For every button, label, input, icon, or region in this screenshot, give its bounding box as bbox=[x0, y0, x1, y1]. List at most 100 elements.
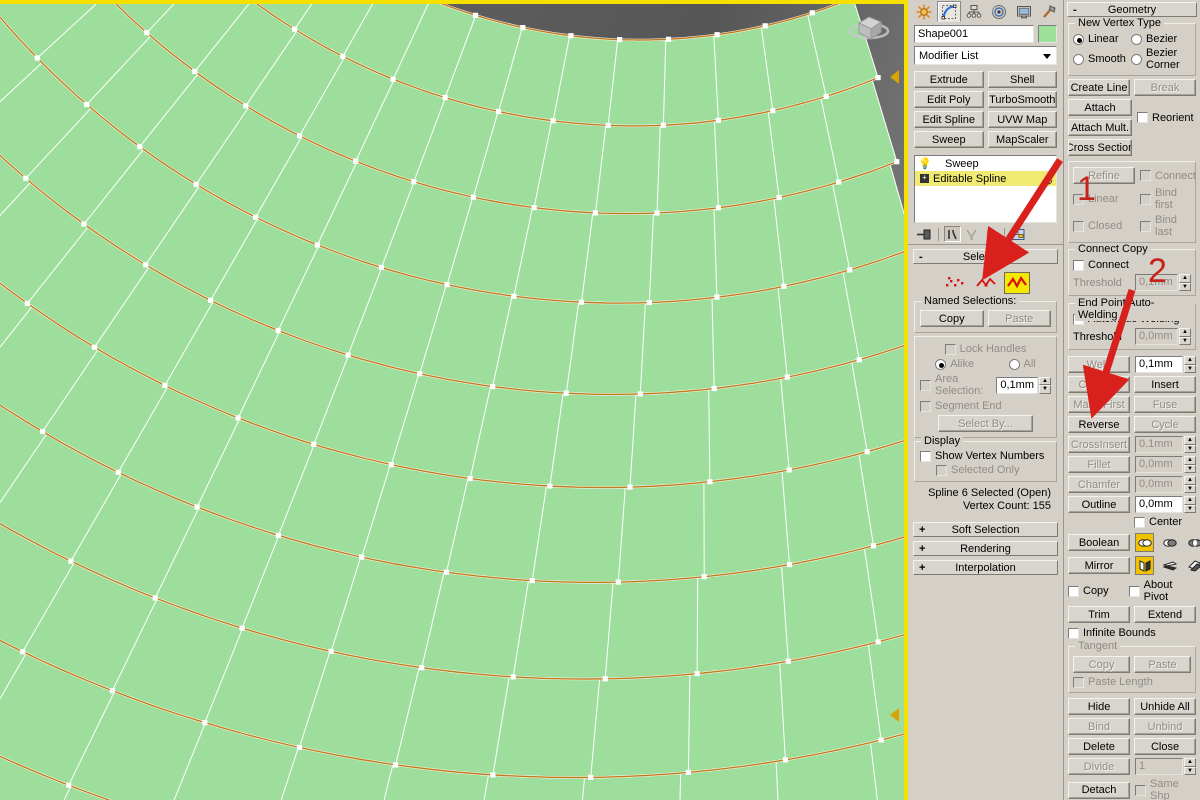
mirror-horizontal-icon[interactable] bbox=[1135, 556, 1154, 575]
spinner-arrows[interactable]: ▲ ▼ bbox=[1184, 356, 1196, 373]
mirror-copy-checkbox[interactable]: Copy bbox=[1068, 585, 1125, 597]
outline-value[interactable]: 0,0mm bbox=[1135, 496, 1183, 513]
checkbox-box[interactable] bbox=[920, 450, 931, 462]
stack-item-sweep[interactable]: 💡 Sweep bbox=[915, 156, 1056, 171]
modifier-button-turbosmooth[interactable]: TurboSmooth bbox=[987, 91, 1057, 108]
modifier-list-dropdown[interactable]: Modifier List bbox=[914, 46, 1057, 65]
extend-button[interactable]: Extend bbox=[1134, 606, 1196, 623]
checkbox-box[interactable] bbox=[1137, 112, 1148, 123]
command-panel-left-column: Shape001 Modifier List Extrude Shell Edi… bbox=[908, 0, 1063, 800]
show-end-result-icon[interactable] bbox=[944, 226, 961, 242]
mirror-button[interactable]: Mirror bbox=[1068, 557, 1130, 574]
checkbox-box[interactable] bbox=[1073, 259, 1084, 271]
attach-button[interactable]: Attach bbox=[1068, 99, 1132, 116]
spinner-arrows[interactable]: ▲ ▼ bbox=[1184, 476, 1196, 493]
modifier-button-shell[interactable]: Shell bbox=[987, 71, 1057, 88]
insert-button[interactable]: Insert bbox=[1134, 376, 1196, 393]
radio-dot[interactable] bbox=[1131, 33, 1142, 45]
weld-spinner[interactable]: 0,1mm ▲ ▼ bbox=[1135, 356, 1196, 373]
tab-utilities[interactable] bbox=[1037, 1, 1061, 22]
rollout-header-interpolation[interactable]: + Interpolation bbox=[913, 560, 1058, 575]
boolean-union-icon[interactable] bbox=[1135, 533, 1154, 552]
vertex-type-smooth-radio[interactable]: Smooth bbox=[1073, 47, 1129, 71]
about-pivot-checkbox[interactable]: About Pivot bbox=[1128, 579, 1196, 603]
spinner-arrows[interactable]: ▲ ▼ bbox=[1179, 274, 1191, 291]
show-vertex-numbers-checkbox[interactable]: Show Vertex Numbers bbox=[920, 450, 1051, 462]
make-unique-icon[interactable] bbox=[963, 226, 980, 242]
named-selection-copy-button[interactable]: Copy bbox=[920, 310, 984, 327]
viewport[interactable] bbox=[0, 0, 908, 800]
radio-dot[interactable] bbox=[1073, 53, 1084, 65]
reverse-button[interactable]: Reverse bbox=[1068, 416, 1130, 433]
spinner-arrows[interactable]: ▲ ▼ bbox=[1039, 376, 1051, 394]
modifier-button-extrude[interactable]: Extrude bbox=[914, 71, 984, 88]
outline-center-checkbox[interactable]: Center bbox=[1134, 516, 1196, 528]
cross-section-button[interactable]: Cross Section bbox=[1068, 139, 1132, 156]
tab-hierarchy[interactable] bbox=[962, 1, 986, 22]
trim-button[interactable]: Trim bbox=[1068, 606, 1130, 623]
modifier-button-uvw-map[interactable]: UVW Map bbox=[987, 111, 1057, 128]
detach-button[interactable]: Detach bbox=[1068, 781, 1130, 799]
reorient-checkbox[interactable]: Reorient bbox=[1137, 112, 1194, 124]
modifier-button-sweep[interactable]: Sweep bbox=[914, 131, 984, 148]
vertex-type-bezier-radio[interactable]: Bezier bbox=[1131, 33, 1191, 45]
area-selection-spinner[interactable]: 0,1mm ▲ ▼ bbox=[996, 376, 1051, 394]
checkbox-box[interactable] bbox=[1128, 585, 1140, 597]
spinner-arrows[interactable]: ▲ ▼ bbox=[1184, 436, 1196, 453]
tab-modify[interactable] bbox=[937, 1, 961, 22]
area-selection-value[interactable]: 0,1mm bbox=[996, 376, 1038, 394]
object-color-swatch[interactable] bbox=[1038, 25, 1057, 43]
create-line-button[interactable]: Create Line bbox=[1068, 79, 1130, 96]
mirror-both-icon[interactable] bbox=[1185, 556, 1200, 575]
checkbox-box[interactable] bbox=[1068, 585, 1079, 597]
view-cube[interactable] bbox=[845, 5, 893, 50]
configure-modifier-sets-icon[interactable] bbox=[1010, 226, 1027, 242]
tab-display[interactable] bbox=[1012, 1, 1036, 22]
vertex-subobject-icon[interactable] bbox=[942, 272, 968, 294]
outline-spinner[interactable]: 0,0mm ▲ ▼ bbox=[1135, 496, 1196, 513]
boolean-subtraction-icon[interactable] bbox=[1160, 533, 1179, 552]
spinner-arrows[interactable]: ▲ ▼ bbox=[1184, 496, 1196, 513]
modifier-button-edit-poly[interactable]: Edit Poly bbox=[914, 91, 984, 108]
weld-value[interactable]: 0,1mm bbox=[1135, 356, 1183, 373]
checkbox-box[interactable] bbox=[1068, 627, 1079, 639]
mirror-vertical-icon[interactable] bbox=[1160, 556, 1179, 575]
unhide-all-button[interactable]: Unhide All bbox=[1134, 698, 1196, 715]
viewport-splitter-handle-bottom[interactable] bbox=[890, 708, 899, 722]
lightbulb-icon[interactable]: 💡 bbox=[918, 157, 932, 170]
tab-create[interactable] bbox=[912, 1, 936, 22]
viewport-splitter-handle-top[interactable] bbox=[890, 70, 899, 84]
rollout-header-soft-selection[interactable]: + Soft Selection bbox=[913, 522, 1058, 537]
boolean-button[interactable]: Boolean bbox=[1068, 534, 1130, 551]
radio-dot[interactable] bbox=[1131, 53, 1142, 65]
remove-modifier-icon[interactable] bbox=[982, 226, 999, 242]
modifier-button-mapscaler[interactable]: MapScaler bbox=[987, 131, 1057, 148]
hide-button[interactable]: Hide bbox=[1068, 698, 1130, 715]
segment-subobject-icon[interactable] bbox=[973, 272, 999, 294]
pin-stack-icon[interactable] bbox=[916, 226, 933, 242]
boolean-intersection-icon[interactable] bbox=[1185, 533, 1200, 552]
object-name-field[interactable]: Shape001 bbox=[914, 25, 1034, 43]
spinner-arrows[interactable]: ▲ ▼ bbox=[1179, 328, 1191, 345]
modifier-stack[interactable]: 💡 Sweep + Editable Spline ◡ bbox=[914, 155, 1057, 223]
outline-button[interactable]: Outline bbox=[1068, 496, 1130, 513]
radio-dot[interactable] bbox=[1073, 33, 1084, 45]
tab-motion[interactable] bbox=[987, 1, 1011, 22]
rollout-header-rendering[interactable]: + Rendering bbox=[913, 541, 1058, 556]
expand-plus-icon[interactable]: + bbox=[920, 174, 929, 183]
stack-item-editable-spline[interactable]: + Editable Spline ◡ bbox=[915, 171, 1056, 186]
connect-copy-checkbox[interactable]: Connect bbox=[1073, 259, 1191, 271]
modifier-button-edit-spline[interactable]: Edit Spline bbox=[914, 111, 984, 128]
vertex-type-linear-radio[interactable]: Linear bbox=[1073, 33, 1129, 45]
attach-mult-button[interactable]: Attach Mult. bbox=[1068, 119, 1132, 136]
rollout-header-selection[interactable]: - Selection bbox=[913, 249, 1058, 264]
spinner-arrows[interactable]: ▲ ▼ bbox=[1184, 456, 1196, 473]
spline-subobject-icon[interactable] bbox=[1003, 272, 1030, 294]
rollout-header-geometry[interactable]: - Geometry bbox=[1067, 2, 1197, 17]
spinner-arrows[interactable]: ▲ ▼ bbox=[1184, 758, 1196, 775]
delete-button[interactable]: Delete bbox=[1068, 738, 1130, 755]
vertex-type-bezier-corner-radio[interactable]: Bezier Corner bbox=[1131, 47, 1191, 71]
infinite-bounds-checkbox[interactable]: Infinite Bounds bbox=[1068, 627, 1196, 639]
checkbox-box[interactable] bbox=[1134, 516, 1145, 528]
close-button[interactable]: Close bbox=[1134, 738, 1196, 755]
